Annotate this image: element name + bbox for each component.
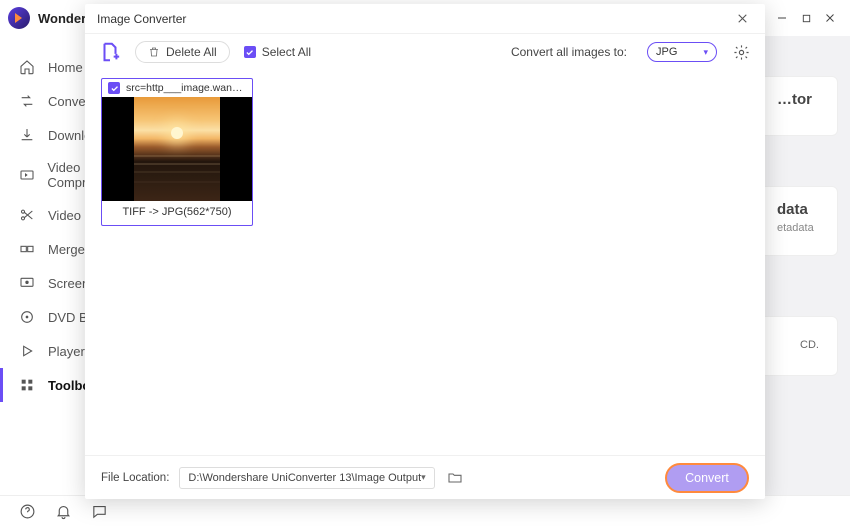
image-thumbnail — [102, 97, 252, 201]
convert-all-label: Convert all images to: — [511, 45, 627, 59]
help-icon — [19, 503, 36, 520]
delete-all-button[interactable]: Delete All — [135, 41, 230, 63]
window-close-button[interactable] — [818, 6, 842, 30]
bell-icon — [55, 503, 72, 520]
file-location-select[interactable]: D:\Wondershare UniConverter 13\Image Out… — [179, 467, 434, 489]
delete-all-label: Delete All — [166, 45, 217, 59]
image-item-header: src=http___image.wangc... — [102, 79, 252, 97]
output-settings-button[interactable] — [731, 42, 751, 62]
disc-icon — [18, 308, 36, 326]
sidebar-item-label: Merger — [48, 242, 89, 257]
image-item[interactable]: src=http___image.wangc... TIFF -> JPG(56… — [101, 78, 253, 226]
dialog-body: src=http___image.wangc... TIFF -> JPG(56… — [85, 70, 765, 455]
close-icon — [736, 12, 749, 25]
dialog-header: Image Converter — [85, 4, 765, 34]
feedback-button[interactable] — [90, 503, 108, 521]
file-location-path: D:\Wondershare UniConverter 13\Image Out… — [188, 472, 421, 484]
download-icon — [18, 126, 36, 144]
trash-icon — [148, 46, 160, 58]
scissors-icon — [18, 206, 36, 224]
dialog-close-button[interactable] — [731, 8, 753, 30]
sidebar-item-label: Home — [48, 60, 83, 75]
play-icon — [18, 342, 36, 360]
window-maximize-button[interactable] — [794, 6, 818, 30]
chevron-down-icon: ▾ — [703, 47, 708, 58]
chevron-down-icon: ▾ — [421, 472, 426, 483]
maximize-icon — [801, 13, 812, 24]
converter-icon — [18, 92, 36, 110]
grid-icon — [18, 376, 36, 394]
convert-button[interactable]: Convert — [665, 463, 749, 493]
image-converter-dialog: Image Converter Delete All Select All Co… — [85, 4, 765, 499]
bg-card: …tor — [758, 76, 838, 136]
close-icon — [824, 12, 836, 24]
folder-icon — [447, 470, 463, 486]
dialog-toolbar: Delete All Select All Convert all images… — [85, 34, 765, 70]
dialog-footer: File Location: D:\Wondershare UniConvert… — [85, 455, 765, 499]
compress-icon — [18, 166, 35, 184]
item-checkbox[interactable] — [108, 82, 120, 94]
footer — [0, 495, 850, 527]
minimize-icon — [776, 12, 788, 24]
merge-icon — [18, 240, 36, 258]
gear-icon — [733, 44, 750, 61]
file-location-label: File Location: — [101, 472, 169, 484]
record-icon — [18, 274, 36, 292]
help-button[interactable] — [18, 503, 36, 521]
app-logo — [8, 7, 30, 29]
image-conversion-info: TIFF -> JPG(562*750) — [102, 201, 252, 225]
chat-icon — [91, 503, 108, 520]
dialog-title: Image Converter — [97, 12, 186, 26]
select-all-label: Select All — [262, 45, 311, 59]
home-icon — [18, 58, 36, 76]
checkbox-icon — [244, 46, 256, 58]
add-images-button[interactable] — [99, 41, 121, 63]
bg-card: data etadata — [758, 186, 838, 256]
image-filename: src=http___image.wangc... — [126, 82, 246, 94]
sidebar-item-label: Player — [48, 344, 85, 359]
bg-card: CD. — [758, 316, 838, 376]
open-folder-button[interactable] — [445, 468, 465, 488]
select-all-toggle[interactable]: Select All — [244, 45, 311, 59]
window-minimize-button[interactable] — [770, 6, 794, 30]
output-format-select[interactable]: JPG ▾ — [647, 42, 717, 62]
convert-button-label: Convert — [685, 471, 729, 485]
notifications-button[interactable] — [54, 503, 72, 521]
format-value: JPG — [656, 46, 677, 58]
add-file-icon — [99, 41, 121, 63]
